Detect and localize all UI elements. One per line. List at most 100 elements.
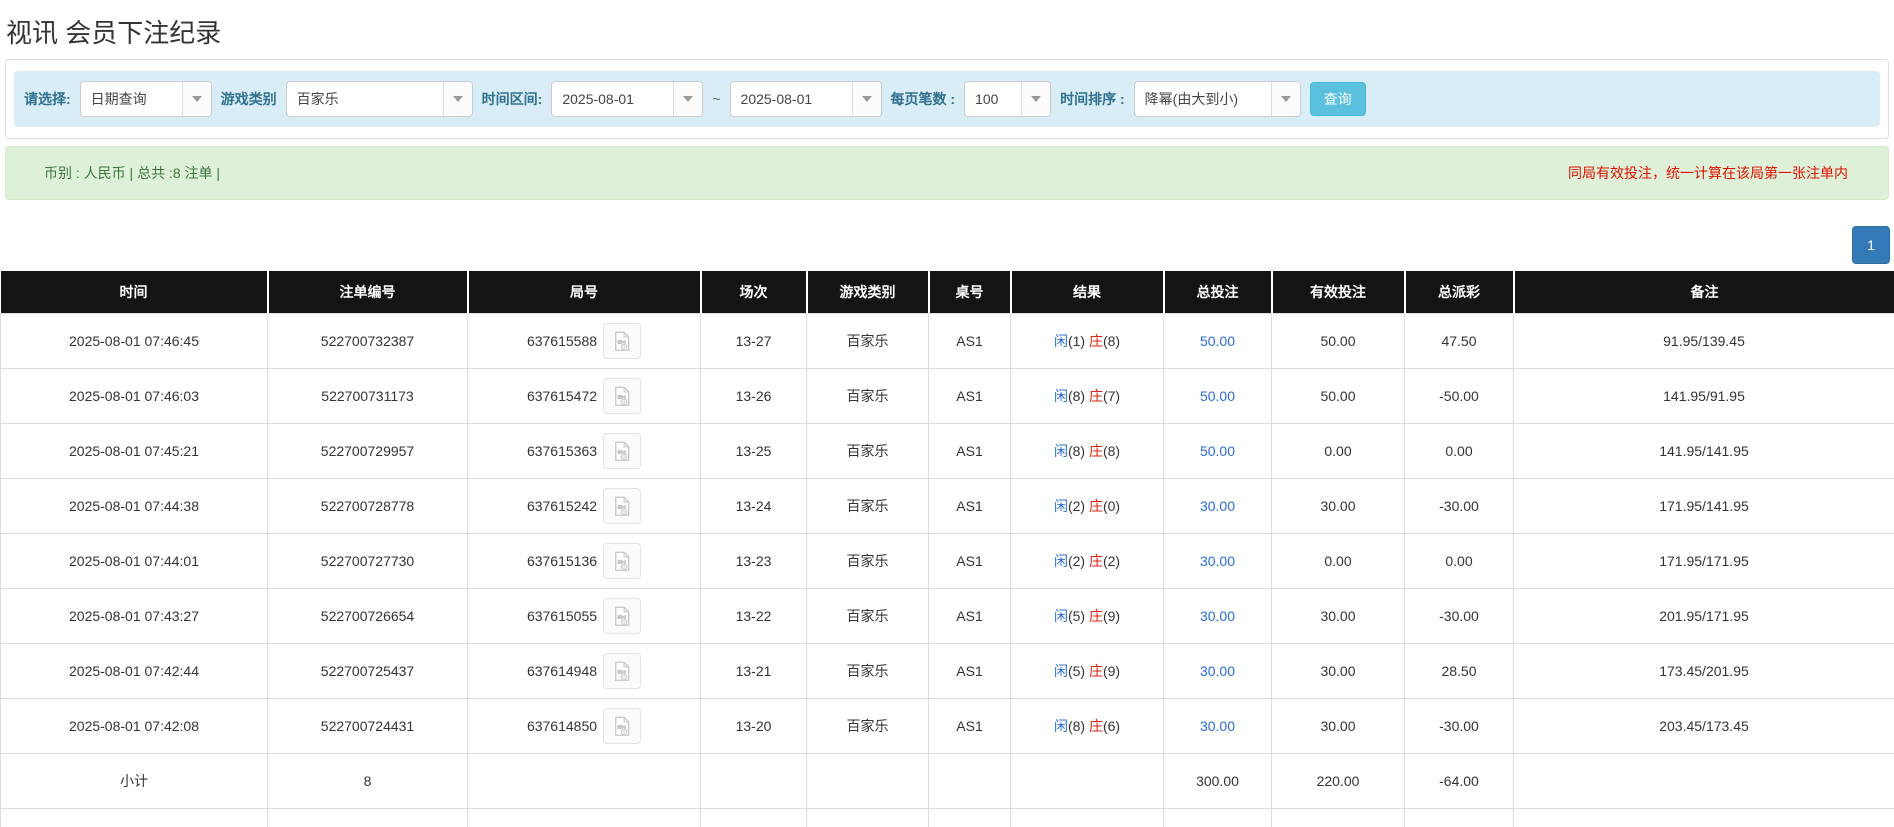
- video-replay-button[interactable]: [603, 653, 641, 689]
- result-player: 闲: [1054, 608, 1068, 624]
- table-row: 2025-08-01 07:46:03522700731173637615472…: [1, 369, 1894, 424]
- column-header-0: 时间: [1, 271, 268, 314]
- cell-total-bet: 50.00: [1164, 424, 1272, 479]
- table-row: 2025-08-01 07:46:45522700732387637615588…: [1, 314, 1894, 369]
- result-banker: 庄: [1089, 608, 1103, 624]
- filter-panel: 请选择: 日期查询 游戏类别 百家乐 时间区间: 2025-08-01 ~ 20…: [5, 59, 1889, 139]
- total-bet-link[interactable]: 30.00: [1200, 608, 1235, 624]
- cell-session: 13-25: [701, 424, 807, 479]
- cell-result: 闲(1) 庄(8): [1011, 314, 1164, 369]
- date-from-select[interactable]: 2025-08-01: [551, 81, 703, 117]
- summary-empty: [1514, 754, 1894, 809]
- round-id-text: 637614948: [527, 663, 597, 679]
- video-file-icon: [612, 606, 632, 627]
- cell-session: 13-24: [701, 479, 807, 534]
- page-1-button[interactable]: 1: [1852, 226, 1890, 264]
- column-header-4: 游戏类别: [807, 271, 929, 314]
- chevron-down-icon: [443, 82, 472, 116]
- chevron-down-icon: [1021, 82, 1050, 116]
- round-id-group: 637614948: [527, 653, 641, 689]
- video-replay-button[interactable]: [603, 433, 641, 469]
- round-id-text: 637615242: [527, 498, 597, 514]
- video-file-icon: [612, 331, 632, 352]
- cell-result: 闲(8) 庄(8): [1011, 424, 1164, 479]
- total-bet-link[interactable]: 30.00: [1200, 663, 1235, 679]
- video-replay-button[interactable]: [603, 488, 641, 524]
- cell-result: 闲(5) 庄(9): [1011, 589, 1164, 644]
- cell-total-bet: 30.00: [1164, 534, 1272, 589]
- video-file-icon: [612, 496, 632, 517]
- result-player-num: (8): [1068, 718, 1089, 734]
- summary-valid-bet: 220.00: [1272, 754, 1405, 809]
- pagination-top: 1: [0, 226, 1890, 264]
- game-category-select[interactable]: 百家乐: [286, 81, 473, 117]
- summary-payout: -64.00: [1405, 754, 1514, 809]
- result-banker-num: (9): [1103, 663, 1120, 679]
- cell-payout: -50.00: [1405, 369, 1514, 424]
- result-banker-num: (8): [1103, 333, 1120, 349]
- result-player: 闲: [1054, 663, 1068, 679]
- cell-valid-bet: 30.00: [1272, 644, 1405, 699]
- chevron-down-icon: [182, 82, 211, 116]
- result-player-num: (8): [1068, 388, 1089, 404]
- table-header-row: 时间注单编号局号场次游戏类别桌号结果总投注有效投注总派彩备注: [1, 271, 1894, 314]
- cell-table-no: AS1: [929, 424, 1011, 479]
- cell-game-category: 百家乐: [807, 424, 929, 479]
- cell-payout: -30.00: [1405, 479, 1514, 534]
- video-replay-button[interactable]: [603, 323, 641, 359]
- cell-table-no: AS1: [929, 589, 1011, 644]
- video-replay-button[interactable]: [603, 378, 641, 414]
- result-player: 闲: [1054, 718, 1068, 734]
- search-button[interactable]: 查询: [1310, 82, 1366, 116]
- time-sort-select[interactable]: 降幂(由大到小): [1134, 81, 1301, 117]
- total-bet-link[interactable]: 50.00: [1200, 443, 1235, 459]
- result-banker: 庄: [1089, 553, 1103, 569]
- cell-time: 2025-08-01 07:46:03: [1, 369, 268, 424]
- cell-round-id: 637615363: [468, 424, 701, 479]
- round-id-group: 637615363: [527, 433, 641, 469]
- result-banker: 庄: [1089, 443, 1103, 459]
- video-replay-button[interactable]: [603, 708, 641, 744]
- total-bet-link[interactable]: 50.00: [1200, 388, 1235, 404]
- summary-alert: 币别 : 人民币 | 总共 :8 注单 | 同局有效投注，统一计算在该局第一张注…: [5, 146, 1889, 200]
- summary-count: 8: [268, 754, 468, 809]
- total-bet-link[interactable]: 50.00: [1200, 333, 1235, 349]
- cell-remark: 141.95/141.95: [1514, 424, 1894, 479]
- total-bet-link[interactable]: 30.00: [1200, 498, 1235, 514]
- date-to-select[interactable]: 2025-08-01: [730, 81, 882, 117]
- cell-total-bet: 30.00: [1164, 644, 1272, 699]
- cell-result: 闲(2) 庄(0): [1011, 479, 1164, 534]
- column-header-3: 场次: [701, 271, 807, 314]
- cell-valid-bet: 30.00: [1272, 479, 1405, 534]
- summary-empty: [807, 809, 929, 827]
- cell-game-category: 百家乐: [807, 534, 929, 589]
- page: 视讯 会员下注纪录 请选择: 日期查询 游戏类别 百家乐 时间区间: 2025-…: [0, 13, 1894, 827]
- result-player: 闲: [1054, 443, 1068, 459]
- cell-payout: 0.00: [1405, 534, 1514, 589]
- table-body: 2025-08-01 07:46:45522700732387637615588…: [1, 314, 1894, 827]
- cell-remark: 91.95/139.45: [1514, 314, 1894, 369]
- cell-time: 2025-08-01 07:45:21: [1, 424, 268, 479]
- page-title: 视讯 会员下注纪录: [6, 13, 1886, 50]
- cell-total-bet: 30.00: [1164, 589, 1272, 644]
- query-type-label: 请选择:: [24, 89, 71, 109]
- total-bet-link[interactable]: 30.00: [1200, 718, 1235, 734]
- summary-total-bet: 300.00: [1164, 754, 1272, 809]
- cell-bet-id: 522700731173: [268, 369, 468, 424]
- round-id-group: 637615588: [527, 323, 641, 359]
- video-replay-button[interactable]: [603, 598, 641, 634]
- round-id-group: 637615242: [527, 488, 641, 524]
- cell-session: 13-21: [701, 644, 807, 699]
- cell-game-category: 百家乐: [807, 644, 929, 699]
- cell-bet-id: 522700726654: [268, 589, 468, 644]
- result-banker-num: (7): [1103, 388, 1120, 404]
- cell-table-no: AS1: [929, 479, 1011, 534]
- cell-round-id: 637615472: [468, 369, 701, 424]
- total-bet-link[interactable]: 30.00: [1200, 553, 1235, 569]
- chevron-down-icon: [1271, 82, 1300, 116]
- result-player-num: (5): [1068, 663, 1089, 679]
- summary-empty: [468, 809, 701, 827]
- page-size-select[interactable]: 100: [964, 81, 1051, 117]
- video-replay-button[interactable]: [603, 543, 641, 579]
- query-type-select[interactable]: 日期查询: [80, 81, 212, 117]
